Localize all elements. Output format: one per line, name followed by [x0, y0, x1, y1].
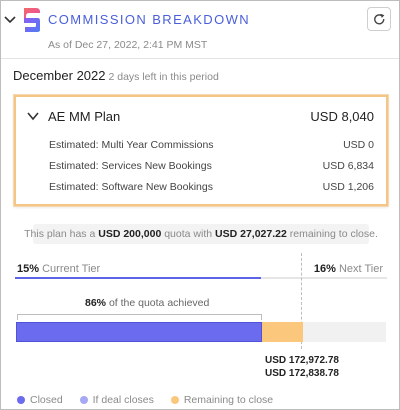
- plan-row: Estimated: Multi Year Commissions USD 0: [49, 139, 374, 151]
- current-tier-label: 15% Current Tier: [17, 263, 100, 275]
- plan-card[interactable]: AE MM Plan USD 8,040 Estimated: Multi Ye…: [14, 95, 388, 206]
- quota-note-middle: quota with: [164, 228, 213, 240]
- legend-dot: [17, 396, 25, 404]
- quota-note-prefix: This plan has a: [24, 228, 96, 240]
- legend-label: Closed: [30, 394, 63, 406]
- panel-header: COMMISSION BREAKDOWN As of Dec 27, 2022,…: [1, 1, 399, 59]
- quota-achieved-label: 86% of the quota achieved: [85, 297, 209, 309]
- plan-row-value: USD 1,206: [322, 181, 374, 193]
- panel-title: COMMISSION BREAKDOWN: [48, 12, 251, 27]
- remaining-segment[interactable]: [262, 322, 303, 342]
- next-tier-text: Next Tier: [338, 263, 383, 275]
- next-tier-pct: 16%: [313, 263, 336, 275]
- refresh-icon: [373, 13, 384, 24]
- tier-progress-track: [15, 277, 387, 279]
- plan-row-label: Estimated: Software New Bookings: [49, 181, 213, 193]
- commission-breakdown-panel: COMMISSION BREAKDOWN As of Dec 27, 2022,…: [0, 0, 400, 410]
- current-tier-pct: 15%: [17, 263, 40, 275]
- current-tier-text: Current Tier: [42, 263, 101, 275]
- days-left: 2 days left in this period: [108, 71, 219, 83]
- as-of-timestamp: As of Dec 27, 2022, 2:41 PM MST: [48, 39, 208, 51]
- legend-dot: [170, 396, 179, 404]
- legend-label: If deal closes: [92, 394, 154, 406]
- remaining-amount: USD 27,027.22: [215, 228, 287, 240]
- amount-line-2: USD 172,838.78: [265, 368, 339, 379]
- next-tier-label: 16% Next Tier: [314, 263, 383, 275]
- achieved-bracket: [17, 314, 262, 320]
- quota-achieved-text: of the quota achieved: [108, 297, 210, 309]
- chevron-down-icon[interactable]: [3, 13, 17, 27]
- amount-line-1: USD 172,972.78: [265, 355, 339, 366]
- legend-item-closed: Closed: [17, 394, 63, 406]
- legend-item-remaining: Remaining to close: [170, 394, 274, 406]
- period-name: December 2022: [13, 68, 106, 83]
- spiff-logo: [24, 8, 40, 32]
- plan-row-label: Estimated: Services New Bookings: [49, 160, 212, 172]
- legend-item-if-deal-closes: If deal closes: [79, 394, 154, 406]
- period-heading: December 2022 2 days left in this period: [13, 68, 219, 83]
- plan-total: USD 8,040: [310, 109, 374, 124]
- legend: Closed If deal closes Remaining to close: [17, 394, 287, 407]
- quota-note-suffix: remaining to close.: [289, 228, 378, 240]
- plan-row: Estimated: Services New Bookings USD 6,8…: [49, 160, 374, 172]
- legend-label: Remaining to close: [183, 394, 274, 406]
- plan-row-label: Estimated: Multi Year Commissions: [49, 139, 214, 151]
- quota-achieved-pct: 86%: [85, 297, 107, 309]
- plan-name: AE MM Plan: [48, 109, 121, 124]
- refresh-button[interactable]: [367, 7, 391, 31]
- plan-row: Estimated: Software New Bookings USD 1,2…: [49, 181, 374, 193]
- quota-progress-track: [16, 322, 386, 342]
- chevron-down-icon[interactable]: [26, 110, 40, 122]
- quota-amount: USD 200,000: [98, 228, 162, 240]
- plan-row-value: USD 0: [343, 139, 374, 151]
- tier-progress-fill: [15, 277, 261, 279]
- plan-row-value: USD 6,834: [322, 160, 374, 172]
- quota-note: This plan has a USD 200,000 quota with U…: [24, 224, 378, 244]
- closed-segment[interactable]: [16, 322, 262, 342]
- legend-dot: [79, 396, 88, 404]
